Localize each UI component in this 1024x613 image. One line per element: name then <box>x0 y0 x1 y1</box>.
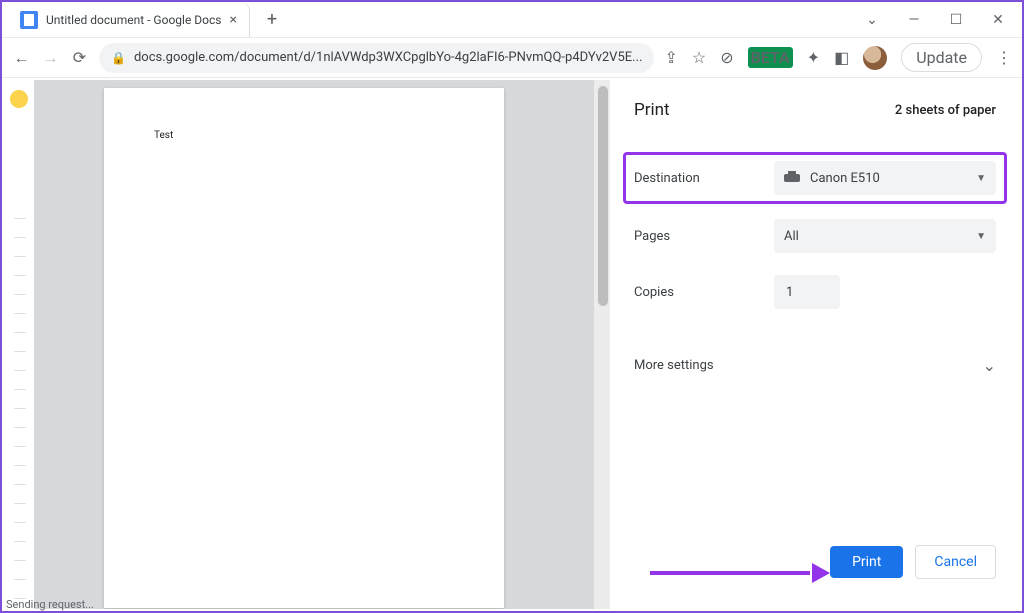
window-controls: ⌄ ― ☐ ✕ <box>862 12 1022 28</box>
chevron-down-icon: ▼ <box>976 231 986 242</box>
preview-page: Test <box>104 88 504 608</box>
print-settings-panel: Print 2 sheets of paper Destination Cano… <box>610 80 1020 609</box>
sheet-count: 2 sheets of paper <box>895 103 996 118</box>
destination-row: Destination Canon E510 ▼ <box>623 152 1007 204</box>
copies-row: Copies <box>634 272 996 312</box>
url-input[interactable]: 🔒 docs.google.com/document/d/1nlAVWdp3WX… <box>99 43 654 73</box>
pages-label: Pages <box>634 229 774 244</box>
pages-value: All <box>784 229 799 244</box>
docs-background-strip <box>4 80 34 609</box>
destination-select[interactable]: Canon E510 ▼ <box>774 161 996 195</box>
update-button[interactable]: Update <box>901 43 982 72</box>
window-titlebar: Untitled document - Google Docs × + ⌄ ― … <box>2 2 1022 38</box>
beta-badge-icon[interactable]: BETA <box>748 47 793 68</box>
preview-scrollbar-track[interactable] <box>594 80 610 609</box>
preview-scrollbar-thumb[interactable] <box>598 86 608 306</box>
side-panel-icon[interactable]: ◧ <box>834 48 849 67</box>
back-button[interactable]: ← <box>12 46 31 70</box>
forward-button[interactable]: → <box>41 46 60 70</box>
reload-button[interactable]: ⟳ <box>70 46 89 70</box>
lock-icon: 🔒 <box>111 51 126 65</box>
share-icon[interactable]: ⇪ <box>664 48 677 67</box>
link-icon[interactable]: ⊘ <box>720 48 733 67</box>
pages-row: Pages All ▼ <box>634 216 996 256</box>
preview-text: Test <box>154 130 454 141</box>
print-preview-pane: Test <box>34 80 610 609</box>
close-window-icon[interactable]: ✕ <box>988 12 1008 28</box>
minimize-icon[interactable]: ― <box>904 12 924 28</box>
profile-avatar[interactable] <box>863 46 887 70</box>
destination-value: Canon E510 <box>810 171 880 186</box>
annotation-arrow <box>650 567 830 579</box>
bookmark-star-icon[interactable]: ☆ <box>692 48 706 67</box>
address-bar: ← → ⟳ 🔒 docs.google.com/document/d/1nlAV… <box>2 38 1022 78</box>
more-settings-toggle[interactable]: More settings ⌄ <box>634 348 996 383</box>
docs-favicon-icon <box>20 11 38 29</box>
copies-label: Copies <box>634 285 774 300</box>
maximize-icon[interactable]: ☐ <box>946 12 966 28</box>
chevron-down-icon: ⌄ <box>983 356 996 375</box>
url-text: docs.google.com/document/d/1nlAVWdp3WXCp… <box>134 50 642 65</box>
extensions-puzzle-icon[interactable]: ✦ <box>807 48 820 67</box>
chrome-menu-icon[interactable]: ⋮ <box>996 48 1012 67</box>
new-tab-button[interactable]: + <box>258 6 286 34</box>
printer-icon <box>784 171 800 185</box>
print-title: Print <box>634 100 670 120</box>
chevron-down-icon: ▼ <box>976 173 986 184</box>
pages-select[interactable]: All ▼ <box>774 219 996 253</box>
emoji-picker-icon[interactable] <box>10 90 28 108</box>
window-dropdown-icon[interactable]: ⌄ <box>862 12 882 28</box>
tab-title: Untitled document - Google Docs <box>46 13 221 27</box>
cancel-button[interactable]: Cancel <box>915 545 996 579</box>
destination-label: Destination <box>634 171 774 186</box>
ruler <box>14 200 26 609</box>
copies-input[interactable] <box>774 275 840 309</box>
content-area: Test Print 2 sheets of paper Destination… <box>4 80 1020 609</box>
close-tab-icon[interactable]: × <box>229 12 236 28</box>
browser-tab[interactable]: Untitled document - Google Docs × <box>8 3 250 37</box>
print-button[interactable]: Print <box>830 546 903 578</box>
status-bar: Sending request... <box>6 598 94 611</box>
more-settings-label: More settings <box>634 358 714 373</box>
